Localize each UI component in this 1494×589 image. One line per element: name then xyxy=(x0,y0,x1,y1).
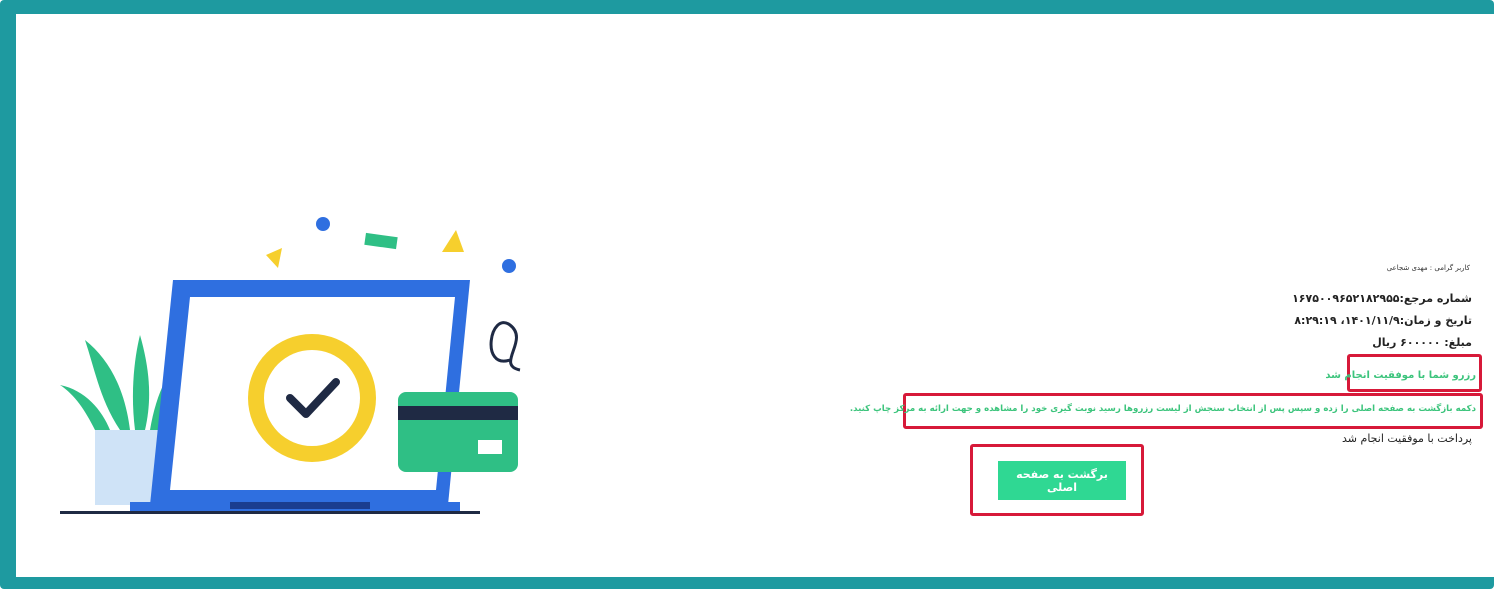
payment-amount: مبلغ: ۶۰۰۰۰۰ ریال xyxy=(1372,336,1472,349)
back-to-home-button[interactable]: برگشت به صفحه اصلی xyxy=(998,461,1126,500)
credit-card-icon xyxy=(398,392,518,472)
user-greeting: کاربر گرامی : مهدی شجاعی xyxy=(1386,264,1470,272)
payment-status: پرداخت با موفقیت انجام شد xyxy=(1342,432,1472,445)
success-badge-icon xyxy=(248,334,376,462)
transaction-datetime: تاریخ و زمان:۱۴۰۱/۱۱/۹، ۸:۲۹:۱۹ xyxy=(1294,314,1472,327)
instruction-text: دکمه بازگشت به صفحه اصلی را زده و سپس پس… xyxy=(849,404,1476,414)
reference-number: شماره مرجع:۱۶۷۵۰۰۹۶۵۲۱۸۲۹۵۵ xyxy=(1292,292,1472,305)
success-message: رزرو شما با موفقیت انجام شد xyxy=(1325,370,1476,381)
payment-success-illustration xyxy=(60,217,521,514)
